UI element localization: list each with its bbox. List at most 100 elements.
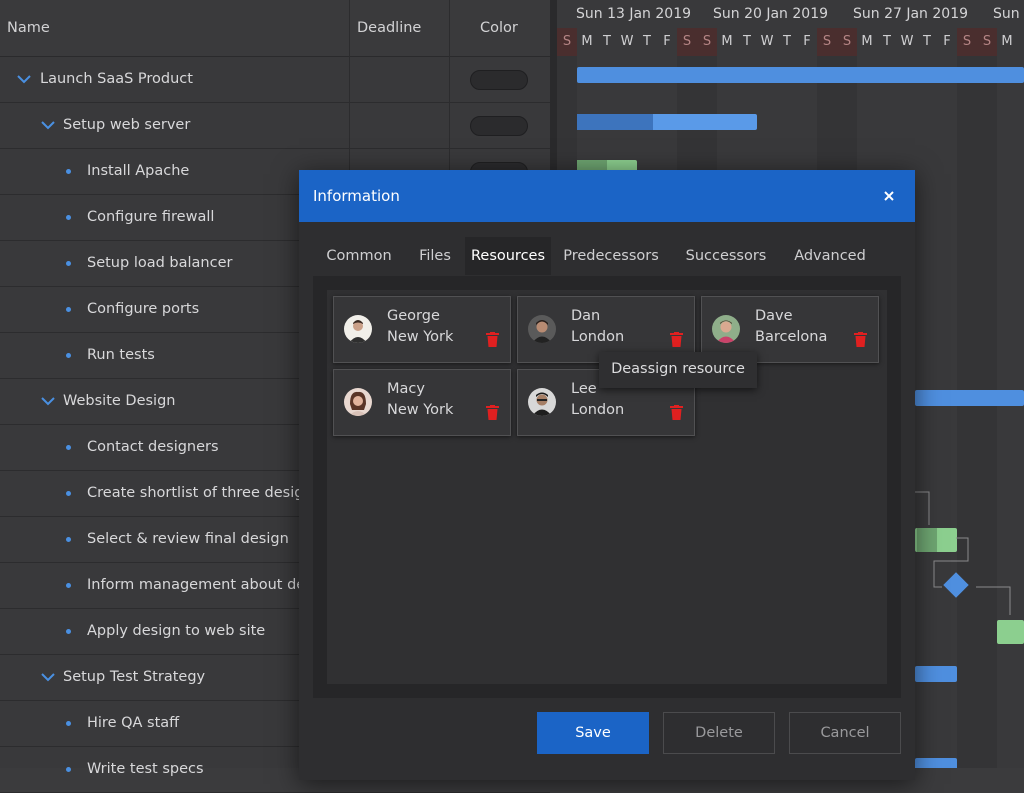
task-name: Website Design <box>63 393 176 409</box>
table-row[interactable]: Setup web server <box>0 103 550 149</box>
task-name: Setup load balancer <box>87 255 233 271</box>
bullet-icon <box>66 215 71 220</box>
color-swatch[interactable] <box>470 116 528 136</box>
bullet-icon <box>66 583 71 588</box>
day-header: F <box>663 34 671 49</box>
day-header: S <box>977 28 997 56</box>
bullet-icon <box>66 307 71 312</box>
bullet-icon <box>66 445 71 450</box>
information-dialog: Information Common Files Resources Prede… <box>299 170 915 780</box>
grid-header: Name Deadline Color <box>0 0 550 57</box>
day-header: T <box>923 34 931 49</box>
task-name: Configure ports <box>87 301 200 317</box>
resource-name: Dave <box>755 308 793 324</box>
day-header: M <box>861 34 873 49</box>
task-bar-website-design[interactable] <box>915 390 1024 406</box>
avatar <box>528 315 556 343</box>
day-header: W <box>900 34 914 49</box>
day-header: S <box>697 28 717 56</box>
task-progress <box>577 114 653 130</box>
weekend-column <box>977 56 997 768</box>
task-name: Select & review final design <box>87 531 289 547</box>
task-name: Configure firewall <box>87 209 215 225</box>
chevron-down-icon[interactable] <box>40 117 56 133</box>
task-name: Hire QA staff <box>87 715 180 731</box>
deassign-tooltip: Deassign resource <box>599 352 757 388</box>
deadline-cell[interactable] <box>350 103 449 148</box>
save-button[interactable]: Save <box>537 712 649 754</box>
delete-button[interactable]: Delete <box>663 712 775 754</box>
close-icon[interactable] <box>881 188 897 204</box>
avatar <box>528 388 556 416</box>
day-header: W <box>760 34 774 49</box>
day-header: T <box>603 34 611 49</box>
deadline-cell[interactable] <box>350 57 449 102</box>
trash-icon[interactable] <box>670 405 683 420</box>
resource-name: Dan <box>571 308 601 324</box>
day-header: M <box>721 34 733 49</box>
day-header-row: SMTWTFSSMTWTFSSMTWTFSSM <box>557 28 1024 56</box>
resource-city: New York <box>387 402 454 418</box>
resources-tab-panel: George New York Dan London Dave Barcelon… <box>313 276 901 698</box>
color-swatch[interactable] <box>470 70 528 90</box>
day-header: M <box>581 34 593 49</box>
day-header: F <box>943 34 951 49</box>
resource-card[interactable]: Macy New York <box>333 369 511 436</box>
task-bar-setup-test[interactable] <box>915 666 957 682</box>
column-header-color[interactable]: Color <box>480 0 518 56</box>
task-bar-launch[interactable] <box>577 67 1024 83</box>
resource-card[interactable]: George New York <box>333 296 511 363</box>
day-header: S <box>837 28 857 56</box>
resource-city: London <box>571 329 625 345</box>
bullet-icon <box>66 261 71 266</box>
task-name: Contact designers <box>87 439 219 455</box>
trash-icon[interactable] <box>486 405 499 420</box>
task-name: Create shortlist of three designers <box>87 485 336 501</box>
trash-icon[interactable] <box>854 332 867 347</box>
day-header: S <box>957 28 977 56</box>
day-header: T <box>883 34 891 49</box>
resource-name: Macy <box>387 381 425 397</box>
weekend-column <box>957 56 977 768</box>
task-name: Setup Test Strategy <box>63 669 206 685</box>
week-header: Sun 27 Jan 2019 <box>853 6 969 22</box>
resource-name: George <box>387 308 440 324</box>
tab-successors[interactable]: Successors <box>671 237 781 275</box>
bullet-icon <box>66 491 71 496</box>
task-bar-write-test-specs[interactable] <box>915 758 957 768</box>
day-header: T <box>643 34 651 49</box>
table-row[interactable]: Launch SaaS Product <box>0 57 550 103</box>
week-header: Sun 13 Jan 2019 <box>576 6 692 22</box>
day-header: S <box>817 28 837 56</box>
day-header: W <box>620 34 634 49</box>
dependency-lines <box>915 491 1011 615</box>
day-header: S <box>677 28 697 56</box>
chevron-down-icon[interactable] <box>16 71 32 87</box>
trash-icon[interactable] <box>670 332 683 347</box>
bullet-icon <box>66 629 71 634</box>
bullet-icon <box>66 721 71 726</box>
column-header-name[interactable]: Name <box>7 0 50 56</box>
week-header: Sun 20 Jan 2019 <box>713 6 829 22</box>
task-name: Install Apache <box>87 163 190 179</box>
tab-predecessors[interactable]: Predecessors <box>551 237 671 275</box>
chevron-down-icon[interactable] <box>40 393 56 409</box>
tab-advanced[interactable]: Advanced <box>781 237 879 275</box>
cancel-button[interactable]: Cancel <box>789 712 901 754</box>
dialog-title: Information <box>313 187 400 205</box>
chevron-down-icon[interactable] <box>40 669 56 685</box>
task-name: Setup web server <box>63 117 191 133</box>
bullet-icon <box>66 353 71 358</box>
task-name: Apply design to web site <box>87 623 266 639</box>
resources-list: George New York Dan London Dave Barcelon… <box>327 290 887 684</box>
tab-resources[interactable]: Resources <box>465 237 551 275</box>
day-header: M <box>1001 34 1013 49</box>
dialog-header: Information <box>299 170 915 222</box>
avatar <box>712 315 740 343</box>
tab-common[interactable]: Common <box>313 237 405 275</box>
column-header-deadline[interactable]: Deadline <box>357 0 421 56</box>
avatar <box>344 315 372 343</box>
tab-files[interactable]: Files <box>405 237 465 275</box>
resource-city: London <box>571 402 625 418</box>
trash-icon[interactable] <box>486 332 499 347</box>
